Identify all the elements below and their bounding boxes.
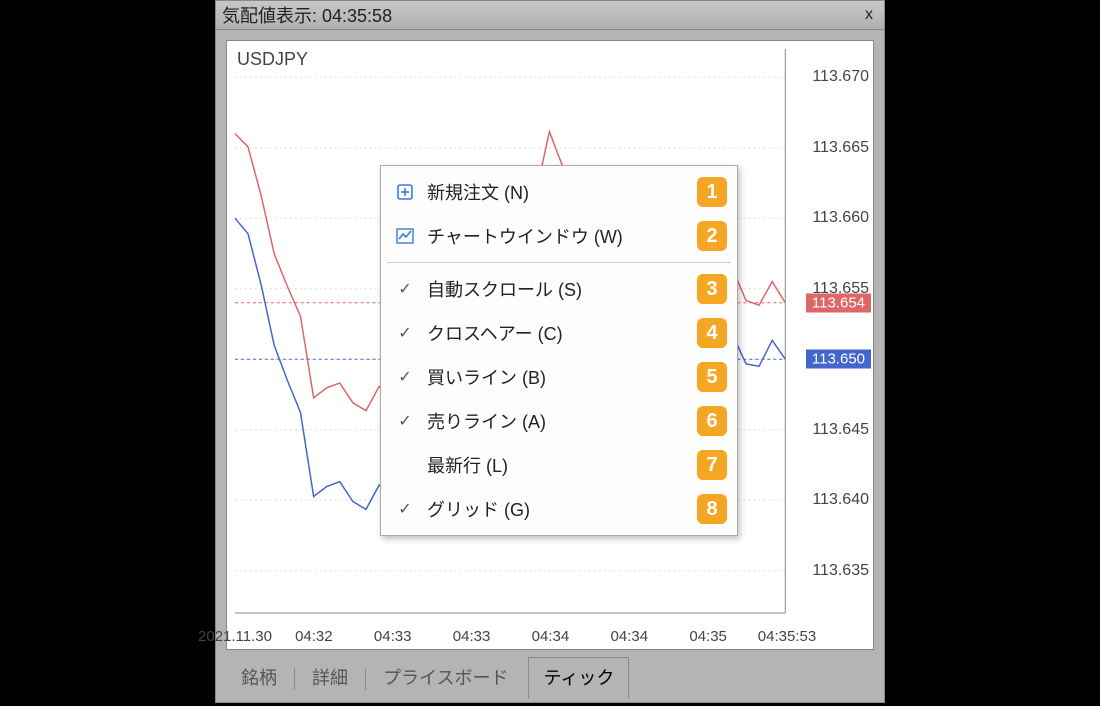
menu-badge: 1	[697, 177, 727, 207]
check-icon: ✓	[391, 279, 419, 299]
menu-item-label: グリッド (G)	[427, 496, 689, 522]
menu-badge: 7	[697, 450, 727, 480]
chart-line-icon	[391, 226, 419, 246]
y-tick-label: 113.645	[812, 421, 869, 439]
titlebar[interactable]: 気配値表示: 04:35:58 x	[216, 1, 884, 30]
x-tick-label: 04:32	[295, 628, 333, 645]
menu-badge: 6	[697, 406, 727, 436]
menu-item[interactable]: 新規注文 (N) 1	[381, 170, 737, 214]
tab-3[interactable]: ティック	[528, 657, 629, 699]
menu-badge: 8	[697, 494, 727, 524]
menu-item-label: 自動スクロール (S)	[427, 276, 689, 302]
x-tick-label: 04:34	[611, 628, 649, 645]
menu-item-label: 買いライン (B)	[427, 364, 689, 390]
menu-item[interactable]: ✓ グリッド (G) 8	[381, 487, 737, 531]
symbol-label: USDJPY	[237, 49, 308, 70]
tabbar: 銘柄詳細プライスボードティック	[226, 660, 874, 698]
menu-item-label: チャートウインドウ (W)	[427, 223, 689, 249]
tab-0[interactable]: 銘柄	[226, 657, 292, 699]
tab-separator	[294, 668, 295, 690]
menu-item[interactable]: ✓ 売りライン (A) 6	[381, 399, 737, 443]
window-title: 気配値表示: 04:35:58	[222, 2, 860, 28]
y-tick-label: 113.670	[812, 68, 869, 86]
menu-item[interactable]: 最新行 (L) 7	[381, 443, 737, 487]
check-icon: ✓	[391, 499, 419, 519]
menu-item-label: クロスヘアー (C)	[427, 320, 689, 346]
menu-separator	[387, 262, 731, 263]
title-prefix: 気配値表示:	[222, 6, 322, 26]
menu-item[interactable]: ✓ 買いライン (B) 5	[381, 355, 737, 399]
context-menu: 新規注文 (N) 1 チャートウインドウ (W) 2 ✓ 自動スクロール (S) 3 ✓ クロス…	[380, 165, 738, 536]
check-icon: ✓	[391, 411, 419, 431]
plus-note-icon	[391, 182, 419, 202]
menu-badge: 5	[697, 362, 727, 392]
menu-item[interactable]: ✓ クロスヘアー (C) 4	[381, 311, 737, 355]
ask-price-tag: 113.654	[806, 293, 871, 312]
y-tick-label: 113.640	[812, 491, 869, 509]
x-tick-label: 2021.11.30	[198, 628, 272, 645]
x-tick-label: 04:33	[374, 628, 412, 645]
close-icon[interactable]: x	[860, 6, 878, 24]
x-tick-label: 04:35:53	[758, 628, 816, 645]
y-tick-label: 113.665	[812, 139, 869, 157]
menu-badge: 2	[697, 221, 727, 251]
menu-item-label: 最新行 (L)	[427, 452, 689, 478]
menu-item-label: 売りライン (A)	[427, 408, 689, 434]
check-icon: ✓	[391, 323, 419, 343]
tab-separator	[365, 668, 366, 690]
menu-item[interactable]: チャートウインドウ (W) 2	[381, 214, 737, 258]
x-tick-label: 04:35	[689, 628, 727, 645]
menu-badge: 3	[697, 274, 727, 304]
menu-item[interactable]: ✓ 自動スクロール (S) 3	[381, 267, 737, 311]
x-tick-label: 04:34	[532, 628, 570, 645]
y-tick-label: 113.635	[812, 562, 869, 580]
bid-price-tag: 113.650	[806, 350, 871, 369]
tab-1[interactable]: 詳細	[297, 657, 363, 699]
y-tick-label: 113.660	[812, 209, 869, 227]
check-icon: ✓	[391, 367, 419, 387]
title-time: 04:35:58	[322, 6, 392, 26]
menu-badge: 4	[697, 318, 727, 348]
tab-2[interactable]: プライスボード	[368, 657, 523, 699]
menu-item-label: 新規注文 (N)	[427, 179, 689, 205]
x-tick-label: 04:33	[453, 628, 491, 645]
